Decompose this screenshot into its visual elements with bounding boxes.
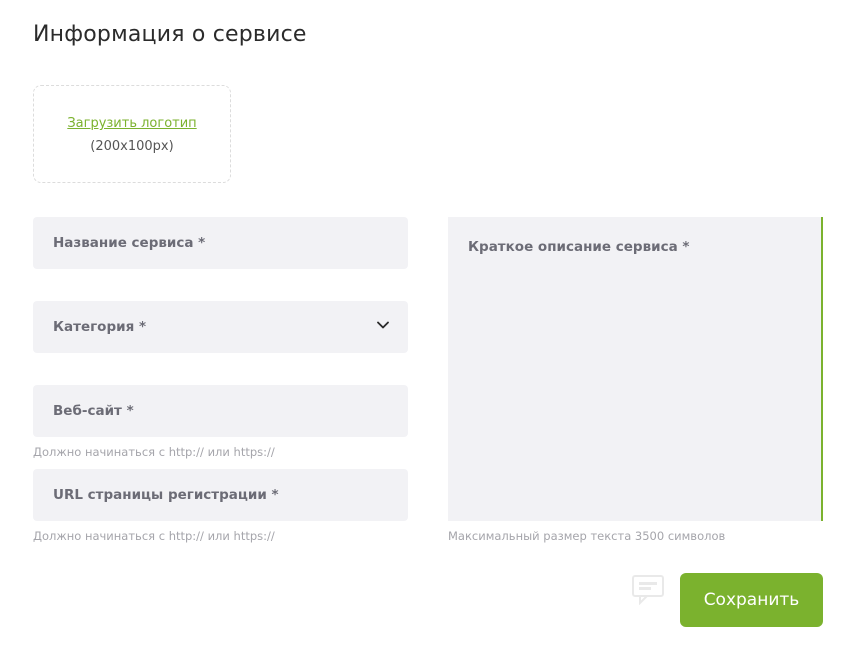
- chevron-down-icon[interactable]: [377, 321, 389, 329]
- registration-url-input[interactable]: URL страницы регистрации *: [33, 469, 408, 521]
- chat-bubble-icon: [632, 575, 664, 605]
- website-hint: Должно начинаться с http:// или https://: [33, 445, 275, 459]
- description-label: Краткое описание сервиса *: [468, 239, 690, 255]
- service-name-label: Название сервиса *: [53, 235, 206, 251]
- upload-logo-link[interactable]: Загрузить логотип: [34, 116, 230, 131]
- website-input[interactable]: Веб-сайт *: [33, 385, 408, 437]
- page-title: Информация о сервисе: [33, 22, 307, 47]
- logo-upload-area[interactable]: Загрузить логотип (200x100px): [33, 85, 231, 183]
- website-label: Веб-сайт *: [53, 403, 134, 419]
- category-select[interactable]: Категория *: [33, 301, 408, 353]
- service-name-input[interactable]: Название сервиса *: [33, 217, 408, 269]
- logo-size-hint: (200x100px): [90, 139, 174, 154]
- registration-url-label: URL страницы регистрации *: [53, 487, 279, 503]
- category-label: Категория *: [53, 319, 147, 335]
- save-button[interactable]: Сохранить: [680, 573, 823, 627]
- description-textarea[interactable]: Краткое описание сервиса *: [448, 217, 823, 521]
- registration-url-hint: Должно начинаться с http:// или https://: [33, 529, 275, 543]
- description-hint: Максимальный размер текста 3500 символов: [448, 529, 726, 543]
